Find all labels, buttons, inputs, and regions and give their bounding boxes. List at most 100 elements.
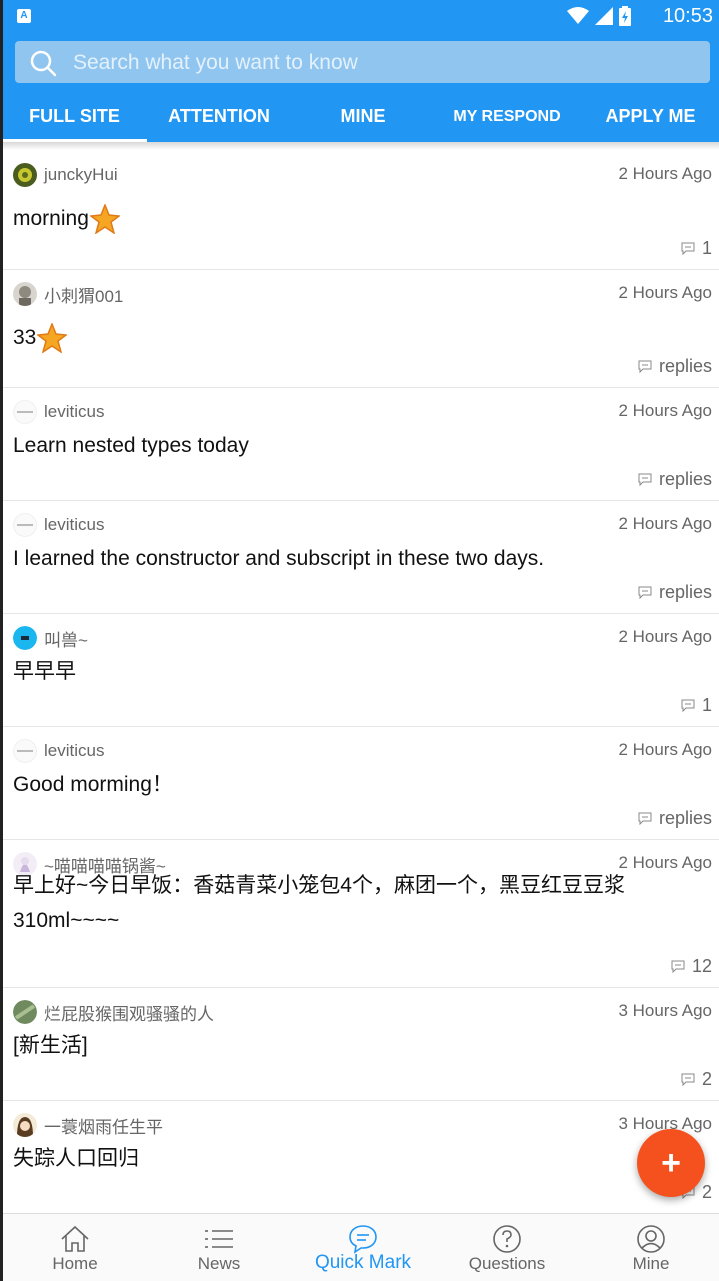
tab-my-respond[interactable]: MY RESPOND [435, 91, 579, 142]
post-header: 叫兽~ [13, 625, 88, 651]
nav-label: Mine [632, 1254, 670, 1273]
avatar[interactable] [13, 626, 37, 650]
post-content[interactable]: 早早早 [13, 654, 699, 689]
post-header: junckyHui [13, 162, 118, 188]
app-notification-icon: A [17, 9, 31, 23]
reply-count[interactable]: replies [638, 469, 712, 490]
post-feed[interactable]: junckyHui 2 Hours Ago morning 1 小刺猬001 2… [0, 151, 719, 1213]
post-item[interactable]: leviticus 2 Hours Ago Good morming！ repl… [0, 727, 719, 840]
avatar[interactable] [13, 1113, 37, 1137]
status-time: 10:53 [662, 5, 713, 27]
reply-count[interactable]: 12 [671, 956, 712, 977]
reply-count[interactable]: 2 [681, 1069, 712, 1090]
post-item[interactable]: leviticus 2 Hours Ago Learn nested types… [0, 388, 719, 501]
star-emoji-icon [37, 323, 68, 354]
comment-icon [638, 360, 652, 373]
post-content[interactable]: morning [13, 201, 699, 236]
tab-apply-me[interactable]: APPLY ME [579, 91, 719, 142]
post-content[interactable]: Learn nested types today [13, 428, 699, 463]
tab-attention[interactable]: ATTENTION [147, 91, 291, 142]
search-icon [30, 50, 57, 77]
post-item[interactable]: ~喵喵喵喵锅酱~ 2 Hours Ago 早上好~今日早饭：香菇青菜小笼包4个，… [0, 840, 719, 988]
post-time: 2 Hours Ago [618, 283, 712, 302]
nav-mine[interactable]: Mine [579, 1214, 719, 1281]
search-placeholder: Search what you want to know [73, 51, 358, 74]
post-content[interactable]: 早上好~今日早饭：香菇青菜小笼包4个，麻团一个，黑豆红豆豆浆310ml~~~~ [13, 868, 699, 938]
bottom-navigation: Home News Quick Mark Questions Mine [0, 1213, 719, 1281]
post-time: 3 Hours Ago [618, 1001, 712, 1020]
avatar[interactable] [13, 400, 37, 424]
header: Search what you want to know FULL SITE A… [0, 33, 719, 142]
username[interactable]: leviticus [44, 515, 104, 535]
signal-icon [595, 7, 613, 25]
nav-label: News [197, 1254, 241, 1273]
comment-icon [681, 242, 695, 255]
chat-bubble-icon [349, 1225, 377, 1254]
reply-count[interactable]: replies [638, 356, 712, 377]
reply-count[interactable]: replies [638, 582, 712, 603]
post-content[interactable]: 失踪人口回归 [13, 1141, 699, 1176]
comment-icon [638, 586, 652, 599]
reply-count[interactable]: replies [638, 808, 712, 829]
comment-icon [681, 699, 695, 712]
post-time: 2 Hours Ago [618, 401, 712, 420]
username[interactable]: junckyHui [44, 165, 118, 185]
post-content[interactable]: [新生活] [13, 1028, 699, 1063]
nav-quick-mark[interactable]: Quick Mark [291, 1214, 435, 1281]
username[interactable]: 小刺猬001 [44, 282, 123, 307]
list-icon [205, 1230, 233, 1248]
post-item[interactable]: junckyHui 2 Hours Ago morning 1 [0, 151, 719, 270]
post-item[interactable]: leviticus 2 Hours Ago I learned the cons… [0, 501, 719, 614]
post-header: leviticus [13, 512, 104, 538]
tab-bar: FULL SITE ATTENTION MINE MY RESPOND APPL… [0, 91, 719, 142]
post-header: 一蓑烟雨任生平 [13, 1112, 163, 1138]
wifi-icon [567, 7, 589, 24]
status-bar: A 10:53 [0, 0, 719, 33]
tab-mine[interactable]: MINE [291, 91, 435, 142]
avatar[interactable] [13, 739, 37, 763]
username[interactable]: 叫兽~ [44, 626, 88, 651]
post-item[interactable]: 烂屁股猴围观骚骚的人 3 Hours Ago [新生活] 2 [0, 988, 719, 1101]
screen-edge [0, 0, 3, 1281]
nav-label: Questions [468, 1254, 546, 1273]
avatar[interactable] [13, 1000, 37, 1024]
comment-icon [681, 1073, 695, 1086]
status-icons [567, 6, 631, 26]
post-item[interactable]: 叫兽~ 2 Hours Ago 早早早 1 [0, 614, 719, 727]
nav-label: Quick Mark [314, 1252, 412, 1273]
comment-icon [638, 812, 652, 825]
battery-icon [619, 6, 631, 26]
post-time: 2 Hours Ago [618, 627, 712, 646]
nav-news[interactable]: News [147, 1214, 291, 1281]
username[interactable]: leviticus [44, 402, 104, 422]
username[interactable]: leviticus [44, 741, 104, 761]
reply-count[interactable]: 1 [681, 695, 712, 716]
question-icon [493, 1225, 521, 1253]
post-time: 2 Hours Ago [618, 164, 712, 183]
avatar[interactable] [13, 282, 37, 306]
post-time: 2 Hours Ago [618, 514, 712, 533]
nav-questions[interactable]: Questions [435, 1214, 579, 1281]
post-item[interactable]: 一蓑烟雨任生平 3 Hours Ago 失踪人口回归 2 [0, 1101, 719, 1213]
username[interactable]: 一蓑烟雨任生平 [44, 1113, 163, 1138]
post-item[interactable]: 小刺猬001 2 Hours Ago 33 replies [0, 270, 719, 388]
post-header: leviticus [13, 738, 104, 764]
post-content[interactable]: I learned the constructor and subscript … [13, 541, 699, 576]
username[interactable]: 烂屁股猴围观骚骚的人 [44, 1000, 214, 1025]
post-content[interactable]: Good morming！ [13, 767, 699, 802]
reply-count[interactable]: 1 [681, 238, 712, 259]
plus-icon: + [661, 1144, 681, 1182]
avatar[interactable] [13, 163, 37, 187]
avatar[interactable] [13, 513, 37, 537]
person-icon [637, 1225, 665, 1253]
home-icon [61, 1225, 89, 1252]
nav-home[interactable]: Home [3, 1214, 147, 1281]
comment-icon [638, 473, 652, 486]
add-post-button[interactable]: + [637, 1129, 705, 1197]
post-content[interactable]: 33 [13, 320, 699, 355]
tab-full-site[interactable]: FULL SITE [2, 91, 147, 142]
post-header: 烂屁股猴围观骚骚的人 [13, 999, 214, 1025]
star-emoji-icon [89, 204, 120, 235]
search-input[interactable]: Search what you want to know [15, 41, 710, 83]
post-header: leviticus [13, 399, 104, 425]
